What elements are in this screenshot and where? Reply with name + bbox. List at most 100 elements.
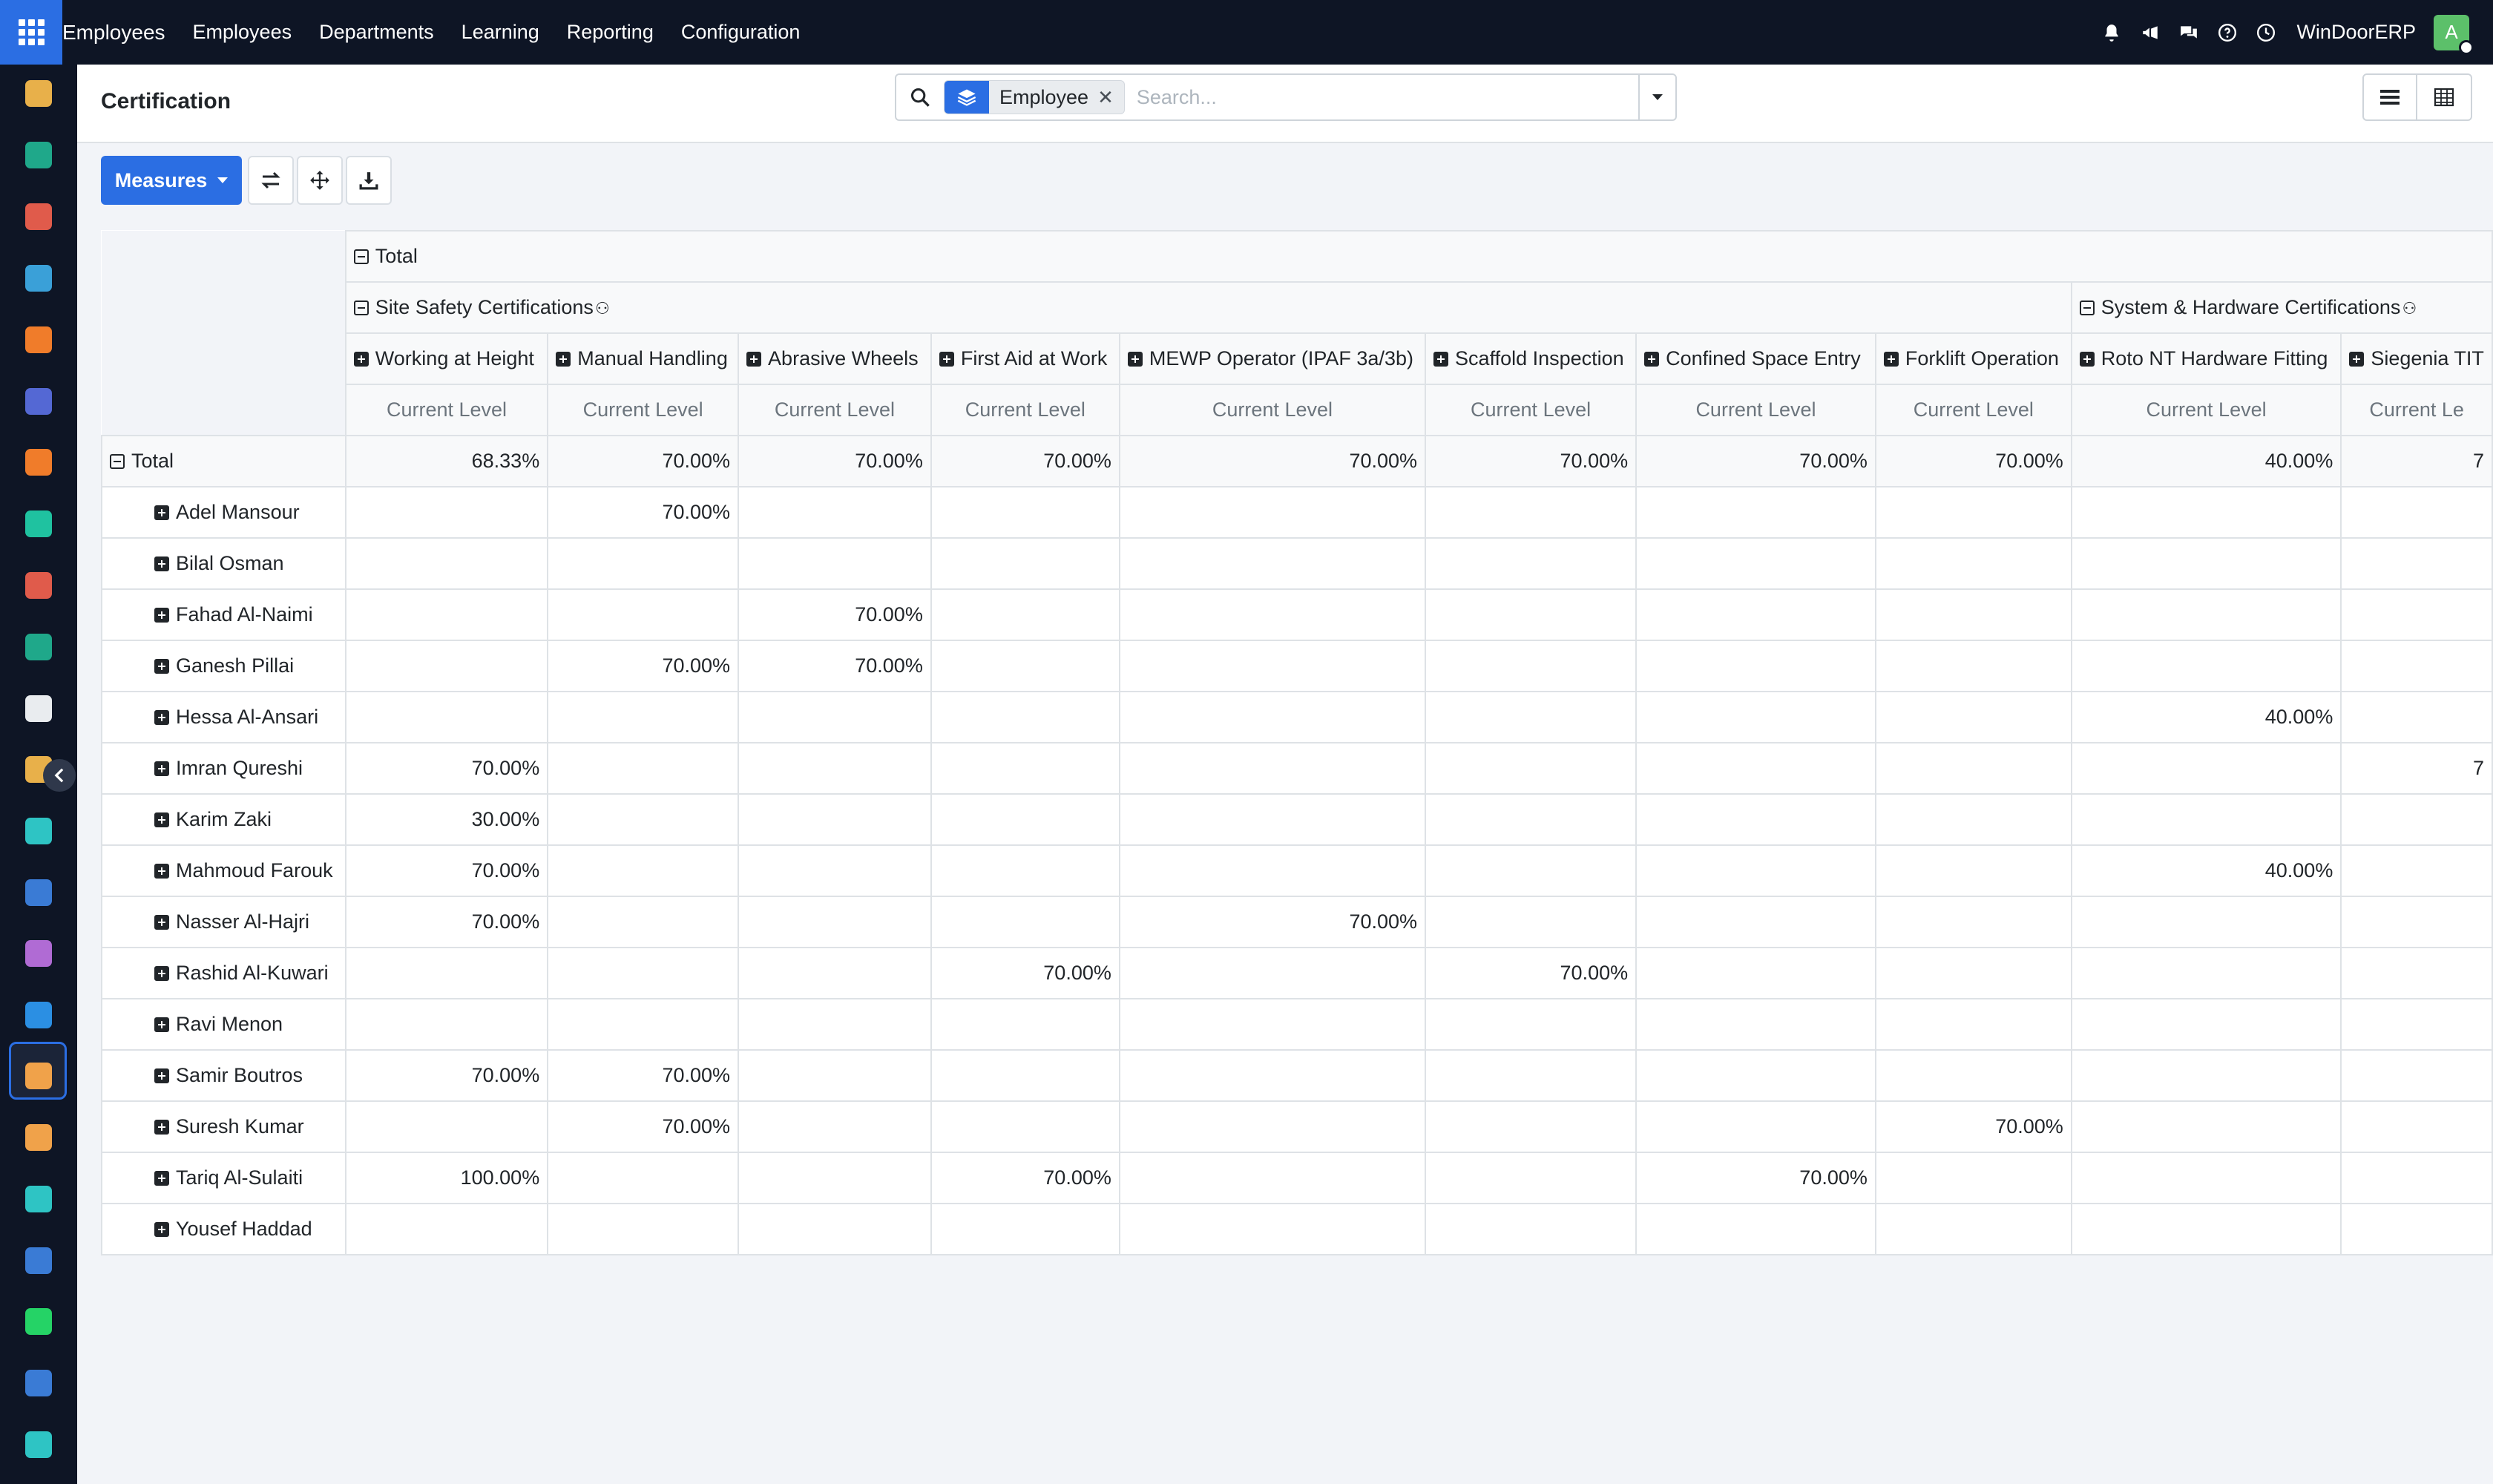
row-header-samir-boutros[interactable]: Samir Boutros (101, 1049, 346, 1102)
pivot-cell[interactable] (1874, 742, 2072, 795)
pivot-cell[interactable]: 30.00% (344, 793, 549, 846)
pivot-cell[interactable] (2070, 1100, 2342, 1153)
pivot-cell[interactable] (344, 691, 549, 743)
bell-icon[interactable] (2102, 23, 2121, 42)
pivot-cell[interactable] (2340, 1100, 2493, 1153)
col-header-mewp-operator-ipaf-3a-3b[interactable]: MEWP Operator (IPAF 3a/3b) (1118, 332, 1427, 385)
row-header-yousef-haddad[interactable]: Yousef Haddad (101, 1203, 346, 1255)
pivot-cell[interactable] (2070, 896, 2342, 948)
pivot-view-button[interactable] (2417, 73, 2472, 121)
menu-reporting[interactable]: Reporting (567, 21, 654, 44)
pivot-cell[interactable] (1874, 896, 2072, 948)
pivot-cell[interactable]: 70.00% (930, 947, 1120, 999)
pivot-cell[interactable] (1425, 640, 1638, 692)
pivot-cell[interactable] (1425, 1100, 1638, 1153)
pivot-cell[interactable] (738, 793, 932, 846)
measure-header[interactable]: Current Le (2340, 384, 2493, 436)
pivot-cell[interactable] (1425, 588, 1638, 641)
pivot-cell[interactable]: 70.00% (1118, 896, 1427, 948)
pivot-cell[interactable] (1874, 640, 2072, 692)
tasks-app-icon[interactable] (25, 818, 52, 844)
pivot-cell[interactable]: 70.00% (547, 640, 740, 692)
pivot-cell[interactable] (2070, 1049, 2342, 1102)
pivot-cell[interactable] (2340, 844, 2493, 897)
pivot-cell[interactable] (1118, 998, 1427, 1051)
pivot-cell[interactable] (2340, 998, 2493, 1051)
pivot-cell[interactable] (1118, 1049, 1427, 1102)
analytics-app-icon[interactable] (25, 1431, 52, 1458)
pivot-cell[interactable] (738, 1100, 932, 1153)
menu-learning[interactable]: Learning (462, 21, 539, 44)
pivot-cell[interactable] (1874, 691, 2072, 743)
pivot-cell[interactable] (2340, 896, 2493, 948)
pivot-cell[interactable]: 70.00% (547, 486, 740, 539)
pivot-cell[interactable] (930, 588, 1120, 641)
pivot-cell[interactable] (1874, 947, 2072, 999)
pivot-cell[interactable] (1635, 793, 1876, 846)
pivot-cell[interactable] (1425, 691, 1638, 743)
pivot-cell[interactable] (344, 998, 549, 1051)
menu-departments[interactable]: Departments (319, 21, 434, 44)
sales-app-icon[interactable] (25, 510, 52, 537)
invoicing-app-icon[interactable] (25, 1002, 52, 1028)
megaphone-icon[interactable] (2141, 23, 2160, 42)
pivot-cell[interactable]: 70.00% (1425, 435, 1638, 487)
col-header-forklift-operation[interactable]: Forklift Operation (1874, 332, 2072, 385)
pivot-cell[interactable] (2340, 1152, 2493, 1204)
pivot-cell[interactable]: 70.00% (1118, 435, 1427, 487)
pivot-cell[interactable] (930, 1203, 1120, 1255)
pivot-cell[interactable] (1874, 844, 2072, 897)
pivot-cell[interactable] (930, 742, 1120, 795)
pivot-cell[interactable] (1874, 1152, 2072, 1204)
pivot-cell[interactable]: 70.00% (1874, 435, 2072, 487)
pivot-cell[interactable] (738, 1049, 932, 1102)
pivot-cell[interactable] (1425, 844, 1638, 897)
row-header-fahad-al-naimi[interactable]: Fahad Al-Naimi (101, 588, 346, 641)
pivot-cell[interactable]: 100.00% (344, 1152, 549, 1204)
pivot-cell[interactable] (547, 844, 740, 897)
pivot-cell[interactable] (2340, 947, 2493, 999)
pivot-cell[interactable] (1635, 844, 1876, 897)
skills-app-icon[interactable] (25, 1063, 52, 1089)
pivot-cell[interactable] (1118, 691, 1427, 743)
pivot-cell[interactable] (1635, 742, 1876, 795)
pivot-cell[interactable] (547, 998, 740, 1051)
pivot-cell[interactable]: 70.00% (738, 435, 932, 487)
col-header-manual-handling[interactable]: Manual Handling (547, 332, 740, 385)
col-group-system-hardware[interactable]: System & Hardware Certifications⚇ (2070, 281, 2493, 334)
col-header-abrasive-wheels[interactable]: Abrasive Wheels (738, 332, 932, 385)
row-header-suresh-kumar[interactable]: Suresh Kumar (101, 1100, 346, 1153)
pivot-cell[interactable]: 70.00% (344, 742, 549, 795)
pivot-cell[interactable] (1118, 588, 1427, 641)
flip-axis-button[interactable] (248, 156, 294, 205)
pivot-cell[interactable] (738, 537, 932, 590)
measure-header[interactable]: Current Level (1425, 384, 1638, 436)
pivot-cell[interactable] (2340, 537, 2493, 590)
pivot-cell[interactable] (2070, 486, 2342, 539)
pivot-cell[interactable] (738, 998, 932, 1051)
row-header-total[interactable]: Total (101, 435, 346, 487)
pivot-cell[interactable] (1118, 640, 1427, 692)
pivot-cell[interactable]: 70.00% (344, 1049, 549, 1102)
pivot-cell[interactable] (930, 896, 1120, 948)
pivot-cell[interactable] (930, 793, 1120, 846)
col-header-siegenia-tit[interactable]: Siegenia TIT (2340, 332, 2493, 385)
measure-header[interactable]: Current Level (738, 384, 932, 436)
pivot-cell[interactable] (2070, 537, 2342, 590)
pivot-cell[interactable] (738, 947, 932, 999)
measure-header[interactable]: Current Level (930, 384, 1120, 436)
pivot-cell[interactable] (1635, 998, 1876, 1051)
pivot-cell[interactable] (344, 947, 549, 999)
pivot-cell[interactable] (1118, 947, 1427, 999)
pivot-cell[interactable] (738, 742, 932, 795)
pivot-cell[interactable]: 70.00% (930, 435, 1120, 487)
list-view-button[interactable] (2362, 73, 2417, 121)
pivot-cell[interactable] (1874, 1203, 2072, 1255)
row-header-nasser-al-hajri[interactable]: Nasser Al-Hajri (101, 896, 346, 948)
pivot-cell[interactable] (1874, 793, 2072, 846)
pivot-cell[interactable] (1635, 1100, 1876, 1153)
col-group-site-safety[interactable]: Site Safety Certifications⚇ (344, 281, 2072, 334)
pivot-cell[interactable] (1635, 486, 1876, 539)
measure-header[interactable]: Current Level (344, 384, 549, 436)
pivot-cell[interactable]: 70.00% (1635, 1152, 1876, 1204)
